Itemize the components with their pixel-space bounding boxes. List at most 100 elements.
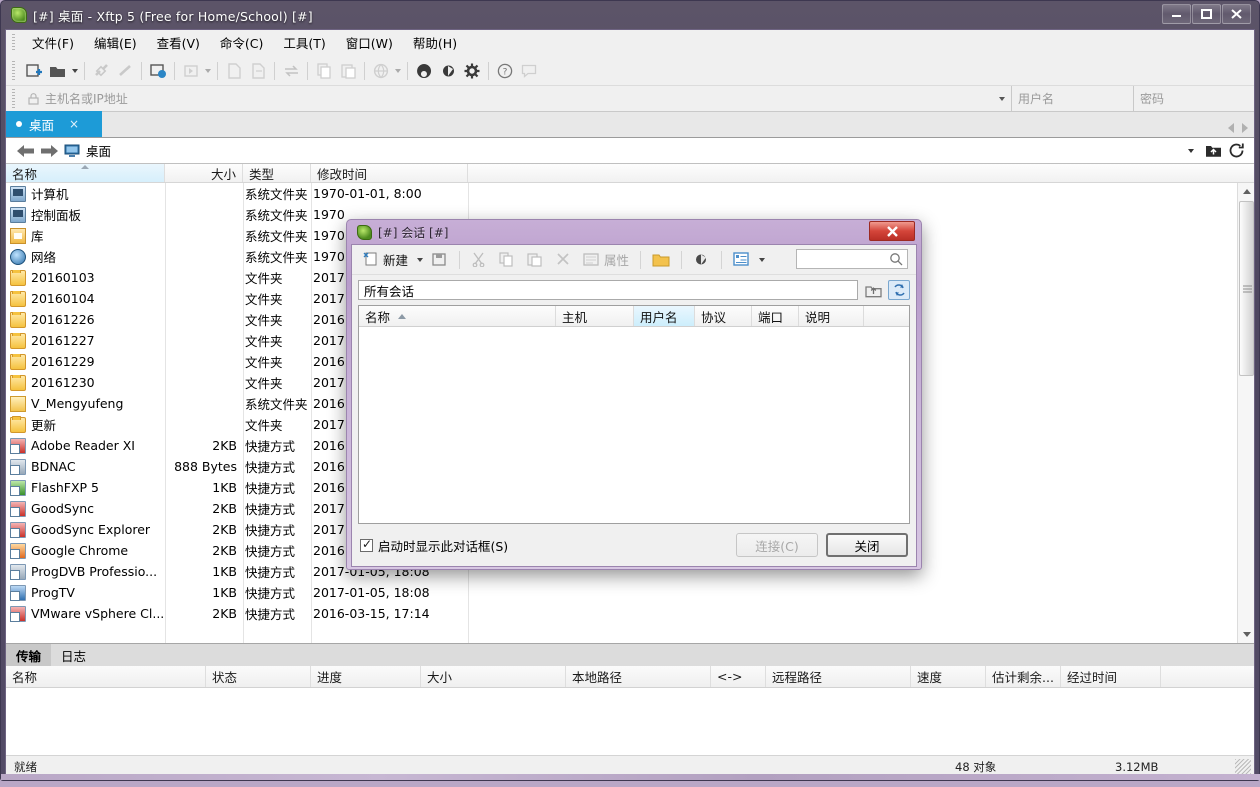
host-dropdown-icon[interactable] — [999, 96, 1005, 101]
maximize-button[interactable] — [1192, 4, 1221, 24]
table-row[interactable]: ProgTV 1KB 快捷方式 2017-01-05, 18:08 — [6, 582, 1254, 603]
tab-transfer[interactable]: 传输 — [6, 644, 52, 666]
folder-icon — [10, 332, 26, 349]
transfer-column-header[interactable]: 远程路径 — [766, 666, 911, 687]
transfer-column-header[interactable]: 估计剩余... — [986, 666, 1061, 687]
help-icon[interactable]: ? — [493, 59, 517, 83]
menu-window[interactable]: 窗口(W) — [336, 30, 403, 55]
dialog-column-description[interactable]: 说明 — [799, 306, 864, 326]
dialog-folder-button[interactable] — [647, 248, 675, 272]
transfer-column-header[interactable]: 大小 — [421, 666, 566, 687]
transfer-column-header[interactable]: 速度 — [911, 666, 986, 687]
xftp-icon[interactable] — [436, 59, 460, 83]
file-name-cell: GoodSync — [6, 500, 165, 517]
open-folder-dropdown-icon[interactable] — [70, 59, 80, 83]
menu-edit[interactable]: 编辑(E) — [84, 30, 147, 55]
column-header-time[interactable]: 修改时间 — [311, 164, 468, 182]
dialog-save-button[interactable] — [427, 248, 453, 272]
scroll-down-button[interactable] — [1238, 626, 1254, 643]
open-folder-icon[interactable] — [46, 59, 70, 83]
tab-close-icon[interactable]: × — [69, 117, 79, 131]
dialog-column-user[interactable]: 用户名 — [634, 306, 695, 326]
transfer-column-header[interactable]: 状态 — [206, 666, 311, 687]
path-dropdown-icon[interactable] — [1184, 149, 1198, 153]
menu-help[interactable]: 帮助(H) — [403, 30, 467, 55]
file-name-text: VMware vSphere Cl... — [31, 606, 165, 621]
dialog-search-input[interactable] — [796, 249, 908, 269]
column-label: 名称 — [12, 166, 38, 182]
column-header-size[interactable]: 大小 — [165, 164, 243, 182]
dialog-up-folder-button[interactable] — [862, 280, 884, 300]
table-row[interactable]: 计算机 系统文件夹 1970-01-01, 8:00 — [6, 183, 1254, 204]
dialog-path-input[interactable]: 所有会话 — [358, 280, 858, 300]
tab-log[interactable]: 日志 — [51, 644, 96, 666]
tab-desktop[interactable]: 桌面 × — [6, 111, 102, 137]
library-icon — [10, 227, 26, 244]
show-dialog-on-startup-checkbox[interactable]: 启动时显示此对话框(S) — [360, 536, 728, 555]
dialog-session-list[interactable]: 名称 主机 用户名 协议 端口 说明 — [358, 305, 910, 524]
toolbar-separator — [141, 61, 142, 80]
column-header-name[interactable]: 名称 — [6, 164, 165, 182]
column-header-type[interactable]: 类型 — [243, 164, 311, 182]
dialog-xftp-button[interactable] — [688, 248, 715, 272]
session-properties-icon[interactable] — [146, 59, 170, 83]
vmware-icon — [10, 605, 26, 622]
dialog-close-button[interactable] — [869, 221, 915, 241]
tab-scroll-left-icon[interactable] — [1228, 123, 1234, 133]
minimize-button[interactable] — [1162, 4, 1191, 24]
toolbar-grip[interactable] — [12, 61, 15, 81]
menu-tools[interactable]: 工具(T) — [273, 30, 335, 55]
dialog-path-text: 所有会话 — [364, 283, 415, 299]
menu-file[interactable]: 文件(F) — [22, 30, 84, 55]
dialog-view-dropdown-icon[interactable] — [757, 248, 767, 272]
connect-button[interactable]: 连接(C) — [736, 533, 818, 557]
file-list-scrollbar[interactable] — [1237, 183, 1254, 643]
file-type-cell: 快捷方式 — [245, 586, 296, 601]
computer-icon — [10, 185, 26, 202]
refresh-icon[interactable] — [1228, 142, 1246, 160]
dialog-new-dropdown-icon[interactable] — [415, 248, 425, 272]
transfer-dropdown-icon — [203, 59, 213, 83]
transfer-column-header[interactable]: 进度 — [311, 666, 421, 687]
dialog-column-protocol[interactable]: 协议 — [695, 306, 752, 326]
file-name-text: 20161227 — [31, 333, 95, 348]
column-label: 大小 — [210, 166, 236, 182]
password-input[interactable]: 密码 — [1134, 86, 1254, 111]
close-button[interactable] — [1222, 4, 1251, 24]
file-name-text: 更新 — [31, 418, 57, 433]
up-folder-icon[interactable] — [1204, 142, 1222, 160]
address-grip[interactable] — [12, 89, 15, 109]
dialog-refresh-button[interactable] — [888, 280, 910, 300]
dialog-column-host[interactable]: 主机 — [556, 306, 634, 326]
xshell-icon[interactable] — [412, 59, 436, 83]
dialog-close-action-button[interactable]: 关闭 — [826, 533, 908, 557]
settings-gear-icon[interactable] — [460, 59, 484, 83]
folder-icon — [10, 290, 26, 307]
resize-grip-icon[interactable] — [1235, 758, 1251, 775]
window-title: [#] 桌面 - Xftp 5 (Free for Home/School) [… — [33, 8, 313, 24]
transfer-column-header[interactable]: <-> — [711, 666, 766, 687]
breadcrumb[interactable]: 桌面 — [64, 141, 1178, 160]
host-input[interactable]: 主机名或IP地址 — [22, 86, 1012, 111]
dialog-new-button[interactable]: 新建 — [358, 248, 413, 272]
scrollbar-thumb[interactable] — [1239, 201, 1254, 376]
transfer-column-header[interactable]: 经过时间 — [1061, 666, 1161, 687]
menu-grip[interactable] — [12, 34, 15, 52]
username-input[interactable]: 用户名 — [1012, 86, 1134, 111]
menu-view[interactable]: 查看(V) — [147, 30, 210, 55]
menu-command[interactable]: 命令(C) — [210, 30, 273, 55]
forward-arrow-icon[interactable] — [40, 142, 58, 160]
transfer-column-header[interactable]: 本地路径 — [566, 666, 711, 687]
dialog-view-button[interactable] — [728, 248, 755, 272]
sync-icon — [279, 59, 303, 83]
table-row[interactable]: VMware vSphere Cl... 2KB 快捷方式 2016-03-15, 1… — [6, 603, 1254, 624]
tab-scroll-right-icon[interactable] — [1242, 123, 1248, 133]
new-session-icon[interactable] — [22, 59, 46, 83]
dialog-column-port[interactable]: 端口 — [752, 306, 799, 326]
goodsync-explorer-icon — [10, 521, 26, 538]
transfer-column-header[interactable]: 名称 — [6, 666, 206, 687]
scroll-up-button[interactable] — [1238, 183, 1254, 200]
back-arrow-icon[interactable] — [16, 142, 34, 160]
dialog-column-name[interactable]: 名称 — [359, 306, 556, 326]
main-toolbar: ? — [6, 56, 1254, 86]
